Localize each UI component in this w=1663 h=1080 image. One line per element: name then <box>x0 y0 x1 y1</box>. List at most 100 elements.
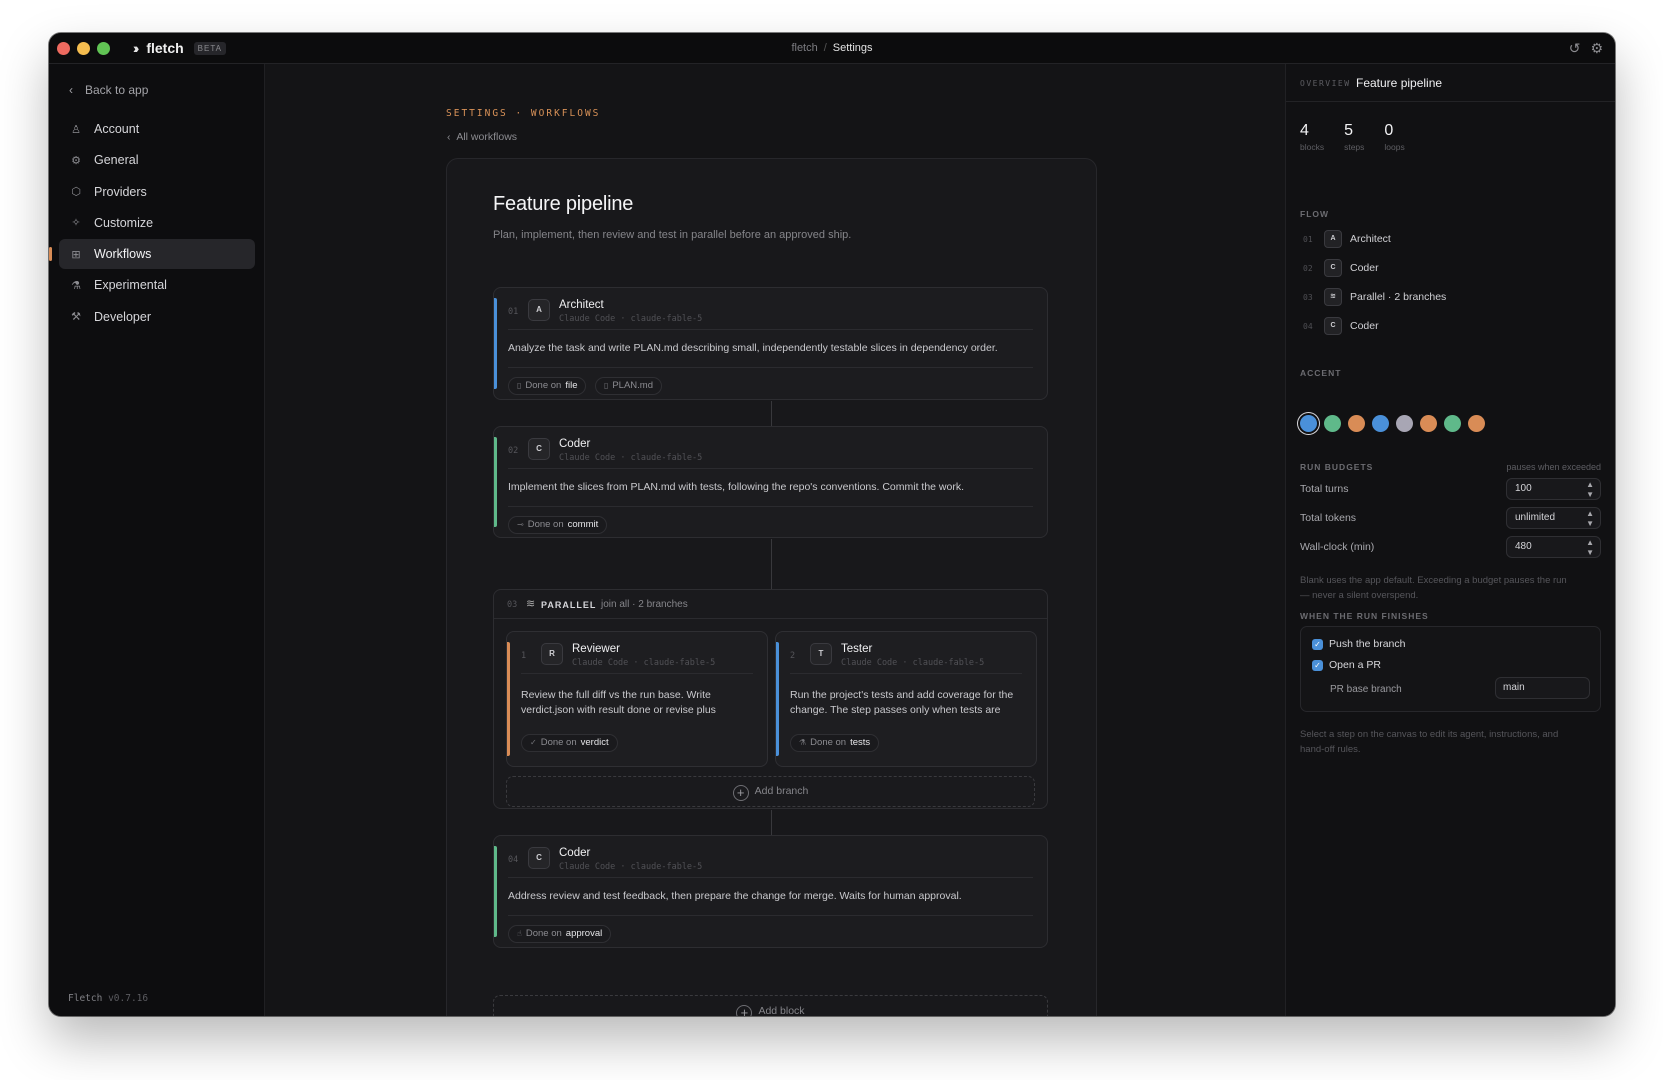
stepper-arrows-icon[interactable]: ▲ ▼ <box>1586 537 1594 558</box>
breadcrumb-root[interactable]: fletch <box>791 42 817 54</box>
accent-swatch[interactable] <box>1420 415 1437 432</box>
total-tokens-stepper[interactable]: unlimited ▲ ▼ <box>1506 507 1601 529</box>
chevron-left-icon: ‹ <box>447 131 457 143</box>
block-header: 04 C Coder Claude Code · claude-fable-5 <box>508 846 1033 878</box>
branch-meta: Claude Code · claude-fable-5 <box>572 658 716 668</box>
accent-swatch[interactable] <box>1444 415 1461 432</box>
branch-tester[interactable]: 2 T Tester Claude Code · claude-fable-5 … <box>775 631 1037 767</box>
block-meta: Claude Code · claude-fable-5 <box>559 314 703 324</box>
breadcrumb-separator: / <box>823 42 827 54</box>
sidebar: ‹ Back to app ♙ Account ⚙ General ⬡ Prov… <box>49 64 265 1016</box>
done-on-value: verdict <box>580 737 609 748</box>
add-block-button[interactable]: + Add block <box>493 995 1048 1016</box>
run-budgets-label: RUN BUDGETS <box>1300 462 1374 472</box>
file-chip[interactable]: ▯ PLAN.md <box>594 376 662 395</box>
stepper-arrows-icon[interactable]: ▲ ▼ <box>1586 508 1594 529</box>
push-branch-checkbox[interactable]: ✓ Push the branch <box>1312 638 1405 650</box>
block-number: 03 <box>507 600 518 610</box>
budget-hint: Blank uses the app default. Exceeding a … <box>1300 575 1567 601</box>
block-header: 02 C Coder Claude Code · claude-fable-5 <box>508 437 1033 469</box>
stat-loops: 0 loops <box>1384 122 1404 152</box>
wall-clock-stepper[interactable]: 480 ▲ ▼ <box>1506 536 1601 558</box>
sidebar-item-account[interactable]: ♙ Account <box>59 114 255 144</box>
flow-item[interactable]: 01 A Architect <box>1300 229 1391 249</box>
accent-swatch[interactable] <box>1396 415 1413 432</box>
workflow-block-coder-final[interactable]: 04 C Coder Claude Code · claude-fable-5 … <box>493 835 1048 948</box>
accent-swatch[interactable] <box>1372 415 1389 432</box>
block-instructions: Implement the slices from PLAN.md with t… <box>508 481 965 493</box>
add-branch-button[interactable]: + Add branch <box>506 776 1035 807</box>
done-on-chip[interactable]: ⊸ Done on commit <box>508 515 608 534</box>
finish-options: ✓ Push the branch ✓ Open a PR PR base br… <box>1300 626 1601 712</box>
stat-label: loops <box>1384 142 1405 152</box>
done-on-label: Done on <box>810 737 847 748</box>
flow-avatar: A <box>1324 230 1342 248</box>
sidebar-item-experimental[interactable]: ⚗ Experimental <box>59 270 255 300</box>
sidebar-item-label: Experimental <box>94 278 167 293</box>
done-on-value: tests <box>850 737 871 748</box>
page-title: Feature pipeline <box>493 193 634 215</box>
main-content: SETTINGS · WORKFLOWS ‹ All workflows Fea… <box>266 64 1284 1016</box>
done-on-chip[interactable]: ⚗ Done on tests <box>790 733 880 752</box>
sidebar-item-providers[interactable]: ⬡ Providers <box>59 177 255 207</box>
section-eyebrow: SETTINGS · WORKFLOWS <box>446 108 601 119</box>
all-workflows-link[interactable]: ‹ All workflows <box>447 131 517 143</box>
budgets-note: pauses when exceeded <box>1506 462 1601 472</box>
branch-instructions: Review the full diff vs the run base. Wr… <box>521 689 716 720</box>
back-to-app-link[interactable]: ‹ Back to app <box>69 83 148 97</box>
branch-footer: ✓ Done on verdict <box>521 732 753 766</box>
flow-number: 02 <box>1303 263 1313 273</box>
pr-base-branch-input[interactable]: main <box>1495 677 1590 699</box>
done-on-label: Done on <box>525 380 562 391</box>
branch-number: 1 <box>521 651 527 661</box>
accent-swatch[interactable] <box>1348 415 1365 432</box>
app-name: Fletch <box>68 993 103 1004</box>
workflow-block-architect[interactable]: 01 A Architect Claude Code · claude-fabl… <box>493 287 1048 400</box>
branch-number: 2 <box>790 651 796 661</box>
done-on-chip[interactable]: ☝ Done on approval <box>508 924 612 943</box>
budget-row-wallclock: Wall-clock (min) 480 ▲ ▼ <box>1300 536 1601 558</box>
parallel-block[interactable]: 03 ≋ PARALLEL join all · 2 branches 1 R … <box>493 589 1048 809</box>
flow-number: 01 <box>1303 234 1313 244</box>
sidebar-item-label: Providers <box>94 184 147 199</box>
breadcrumb: fletch / Settings <box>49 42 1615 54</box>
block-number: 02 <box>508 446 519 456</box>
sidebar-item-workflows[interactable]: ⊞ Workflows <box>49 239 255 270</box>
app-window: ›› fletch BETA fletch / Settings ↺ ⚙ ‹ Bac… <box>49 33 1615 1016</box>
total-turns-stepper[interactable]: 100 ▲ ▼ <box>1506 478 1601 500</box>
block-name: Coder <box>559 438 591 450</box>
gear-icon[interactable]: ⚙ <box>1590 40 1603 57</box>
flow-item[interactable]: 04 C Coder <box>1300 316 1379 336</box>
done-on-chip[interactable]: ▯ Done on file <box>508 376 587 395</box>
stepper-arrows-icon[interactable]: ▲ ▼ <box>1586 479 1594 500</box>
settings-nav: ♙ Account ⚙ General ⬡ Providers ✧ Custom… <box>49 114 255 333</box>
sidebar-item-label: Developer <box>94 309 151 324</box>
block-instructions: Address review and test feedback, then p… <box>508 890 962 902</box>
stat-blocks: 4 blocks <box>1300 122 1324 152</box>
workflow-block-coder[interactable]: 02 C Coder Claude Code · claude-fable-5 … <box>493 426 1048 538</box>
agent-avatar: A <box>528 299 550 321</box>
flask-icon: ⚗ <box>799 738 807 747</box>
budget-row-tokens: Total tokens unlimited ▲ ▼ <box>1300 507 1601 529</box>
history-icon[interactable]: ↺ <box>1569 40 1581 57</box>
stat-value: 5 <box>1344 122 1353 139</box>
sidebar-item-customize[interactable]: ✧ Customize <box>59 208 255 238</box>
check-icon[interactable]: ✓ <box>1312 638 1323 650</box>
accent-swatch[interactable] <box>1324 415 1341 432</box>
sidebar-item-developer[interactable]: ⚒ Developer <box>59 302 255 332</box>
flow-item[interactable]: 03 ≋ Parallel · 2 branches <box>1300 287 1446 307</box>
budget-label: Total tokens <box>1300 512 1357 524</box>
sparkles-icon: ✧ <box>71 217 81 230</box>
accent-swatch[interactable] <box>1468 415 1485 432</box>
sidebar-item-general[interactable]: ⚙ General <box>59 145 255 175</box>
title-bar: ›› fletch BETA fletch / Settings ↺ ⚙ <box>49 33 1615 64</box>
done-on-chip[interactable]: ✓ Done on verdict <box>521 733 618 752</box>
check-icon[interactable]: ✓ <box>1312 659 1323 671</box>
flow-item[interactable]: 02 C Coder <box>1300 258 1379 278</box>
accent-swatch[interactable] <box>1300 415 1317 432</box>
branch-meta: Claude Code · claude-fable-5 <box>841 658 985 668</box>
open-pr-checkbox[interactable]: ✓ Open a PR <box>1312 659 1381 671</box>
flow-name: Architect <box>1350 233 1391 245</box>
done-on-label: Done on <box>525 928 562 939</box>
branch-reviewer[interactable]: 1 R Reviewer Claude Code · claude-fable-… <box>506 631 768 767</box>
